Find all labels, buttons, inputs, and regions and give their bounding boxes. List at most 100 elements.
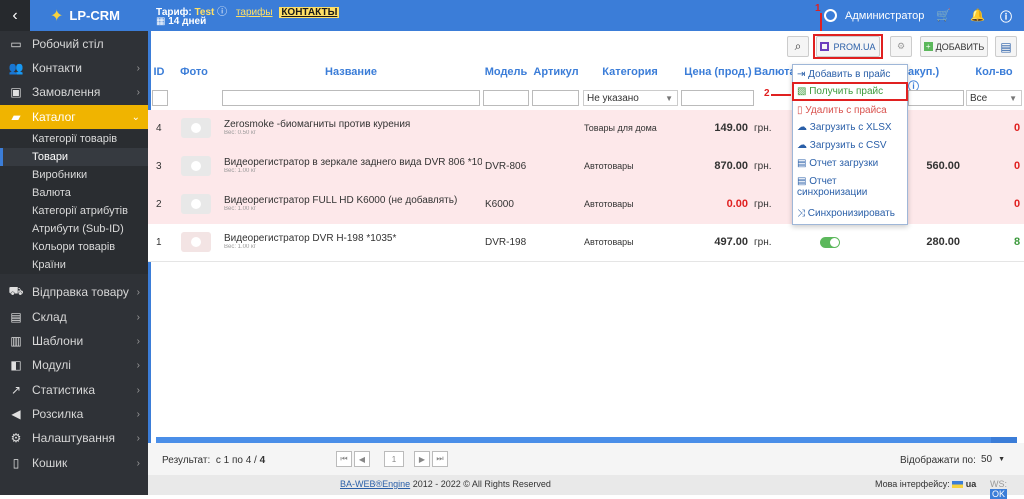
- contacts-link[interactable]: КОНТАКТЫ: [279, 7, 340, 18]
- report-icon: ▤: [797, 176, 807, 187]
- annotation-arrow-2: [771, 94, 791, 96]
- sidebar-item-shipping[interactable]: ⛟ Відправка товару ›: [0, 280, 148, 304]
- footer: BA-WEB®Engine 2012 - 2022 © All Rights R…: [148, 475, 1024, 499]
- sidebar-sub-attribute-categories[interactable]: Категорії атрибутів: [0, 202, 148, 220]
- document-button[interactable]: ▤: [995, 36, 1017, 57]
- copyright: BA-WEB®Engine 2012 - 2022 © All Rights R…: [340, 479, 551, 489]
- product-photo-placeholder: [181, 194, 211, 214]
- chevron-right-icon: ›: [136, 457, 140, 469]
- copyright-link[interactable]: BA-WEB®Engine: [340, 479, 410, 489]
- logo-star-icon: ✦: [50, 7, 64, 25]
- menu-item-sync-report[interactable]: ▤ Отчет синхронизации: [797, 176, 867, 198]
- calendar-icon: ▦: [156, 16, 166, 27]
- chart-icon: ↗: [10, 383, 22, 397]
- product-name[interactable]: Видеорегистратор в зеркале заднего вида …: [224, 157, 482, 168]
- search-button[interactable]: ⌕: [787, 36, 809, 57]
- column-header-photo: Фото: [180, 66, 208, 78]
- prom-ua-button[interactable]: PROM.UA: [816, 36, 880, 57]
- column-header-name[interactable]: Название: [222, 66, 480, 84]
- info-icon[interactable]: ⓘ: [217, 7, 227, 18]
- chevron-left-icon: ‹: [12, 6, 18, 24]
- menu-item-remove-from-price[interactable]: ▯ Удалить с прайса: [797, 105, 887, 116]
- shuffle-icon: ⤨: [797, 208, 805, 219]
- filter-price[interactable]: [681, 90, 754, 106]
- next-page-button[interactable]: ▶: [414, 451, 430, 467]
- product-name[interactable]: Zerosmoke -биомагниты против курения: [224, 119, 482, 130]
- bell-icon[interactable]: 🔔: [970, 8, 985, 22]
- last-page-button[interactable]: ⏭: [432, 451, 448, 467]
- add-button[interactable]: + ДОБАВИТЬ: [920, 36, 988, 57]
- user-menu[interactable]: Администратор: [824, 9, 924, 22]
- puzzle-icon: ◧: [10, 358, 22, 372]
- sidebar-item-modules[interactable]: ◧ Модулі ›: [0, 353, 148, 377]
- menu-item-synchronize[interactable]: ⤨ Синхронизировать: [797, 208, 895, 219]
- page-number-input[interactable]: 1: [384, 451, 404, 467]
- trash-icon: ▯: [12, 456, 20, 470]
- filter-id[interactable]: [152, 90, 168, 106]
- sidebar-sub-currency[interactable]: Валюта: [0, 184, 148, 202]
- menu-item-upload-report[interactable]: ▤ Отчет загрузки: [797, 158, 878, 169]
- chevron-right-icon: ›: [136, 408, 140, 420]
- pagination-bar: Результат: с 1 по 4 / 4 ⏮ ◀ 1 ▶ ⏭ Відобр…: [148, 443, 1024, 475]
- product-name[interactable]: Видеорегистратор FULL HD K6000 (не добав…: [224, 195, 482, 206]
- document-icon: ▤: [1000, 39, 1012, 54]
- table-row[interactable]: 1 Видеорегистратор DVR H-198 *1035* Вес:…: [148, 224, 1024, 262]
- chevron-down-icon: ▼: [1009, 93, 1017, 103]
- filter-name[interactable]: [222, 90, 480, 106]
- info-circle-icon[interactable]: ⓘ: [1000, 8, 1012, 25]
- per-page-select[interactable]: 50 ▼: [978, 452, 1018, 467]
- filter-purchase[interactable]: [908, 90, 964, 106]
- next-page-icon: ▶: [418, 454, 426, 464]
- sidebar-item-orders[interactable]: ▣ Замовлення ›: [0, 80, 148, 104]
- menu-item-upload-xlsx[interactable]: ☁ Загрузить с XLSX: [797, 122, 892, 133]
- column-header-article[interactable]: Артикул: [531, 66, 581, 84]
- chevron-right-icon: ›: [136, 62, 140, 74]
- app-logo[interactable]: ✦ LP-CRM: [30, 0, 148, 31]
- filter-qty-select[interactable]: Все ▼: [966, 90, 1022, 106]
- first-page-button[interactable]: ⏮: [336, 451, 352, 467]
- sidebar-item-dashboard[interactable]: ▭ Робочий стіл: [0, 32, 148, 56]
- active-toggle[interactable]: [820, 237, 840, 248]
- menu-item-add-to-price[interactable]: ⇥ Добавить в прайс: [797, 69, 890, 80]
- sidebar-item-contacts[interactable]: 👥 Контакти ›: [0, 56, 148, 80]
- chevron-right-icon: ›: [136, 432, 140, 444]
- sidebar-item-catalog[interactable]: ▰ Каталог ⌄: [0, 105, 148, 129]
- chevron-down-icon: ▼: [665, 93, 673, 103]
- sidebar-sub-manufacturers[interactable]: Виробники: [0, 166, 148, 184]
- first-page-icon: ⏮: [340, 454, 348, 463]
- column-header-id[interactable]: ID: [150, 66, 168, 84]
- sidebar-sub-colors[interactable]: Кольори товарів: [0, 238, 148, 256]
- search-icon: ⌕: [794, 39, 802, 53]
- sidebar-item-warehouse[interactable]: ▤ Склад ›: [0, 305, 148, 329]
- column-header-currency[interactable]: Валюта: [754, 66, 794, 84]
- chevron-right-icon: ›: [136, 86, 140, 98]
- column-header-category[interactable]: Категория: [582, 66, 678, 84]
- column-header-model[interactable]: Модель: [482, 66, 530, 84]
- sidebar-item-settings[interactable]: ⚙ Налаштування ›: [0, 426, 148, 450]
- product-name[interactable]: Видеорегистратор DVR H-198 *1035*: [224, 233, 482, 244]
- sidebar-sub-countries[interactable]: Країни: [0, 256, 148, 274]
- cart-icon[interactable]: 🛒: [936, 8, 951, 22]
- sidebar-sub-categories[interactable]: Категорії товарів: [0, 130, 148, 148]
- menu-item-upload-csv[interactable]: ☁ Загрузить с CSV: [797, 140, 887, 151]
- column-header-price[interactable]: Цена (прод.): [680, 66, 756, 84]
- filter-category-select[interactable]: Не указано ▼: [583, 90, 678, 106]
- language-selector[interactable]: Мова інтерфейсу: ua: [875, 479, 976, 489]
- topbar: Тариф: Test ⓘ тарифы КОНТАКТЫ ▦ 14 дней …: [148, 0, 1024, 31]
- filter-article[interactable]: [532, 90, 579, 106]
- truck-icon: ⛟: [8, 284, 24, 298]
- column-header-purchase[interactable]: акуп.) ⓘ: [908, 66, 948, 93]
- prev-page-button[interactable]: ◀: [354, 451, 370, 467]
- sidebar-item-statistics[interactable]: ↗ Статистика ›: [0, 378, 148, 402]
- chevron-right-icon: ›: [136, 359, 140, 371]
- settings-button[interactable]: ⚙: [890, 36, 912, 57]
- sidebar-item-trash[interactable]: ▯ Кошик ›: [0, 451, 148, 475]
- sidebar-item-templates[interactable]: ▥ Шаблони ›: [0, 329, 148, 353]
- tariffs-link[interactable]: тарифы: [236, 7, 273, 18]
- sidebar-sub-products[interactable]: Товари: [0, 148, 148, 166]
- sidebar-item-mailing[interactable]: ◀ Розсилка ›: [0, 402, 148, 426]
- filter-model[interactable]: [483, 90, 529, 106]
- sidebar-sub-attributes[interactable]: Атрибути (Sub-ID): [0, 220, 148, 238]
- collapse-sidebar-button[interactable]: ‹: [0, 0, 30, 31]
- column-header-qty[interactable]: Кол-во: [966, 66, 1022, 84]
